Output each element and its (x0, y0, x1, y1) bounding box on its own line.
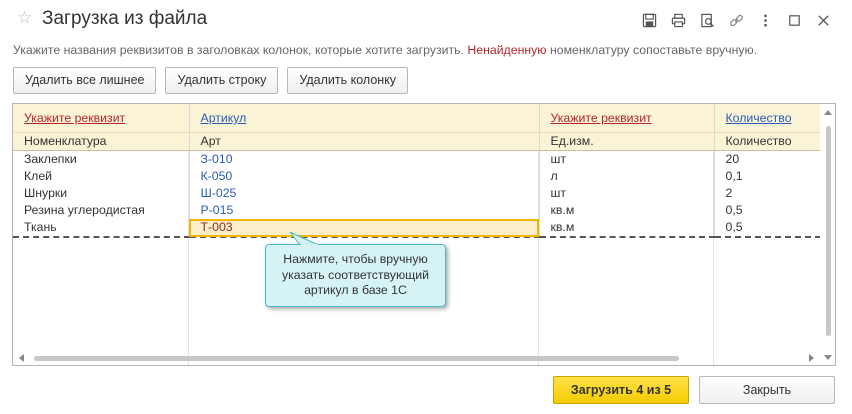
column-attribute-link[interactable]: Количество (714, 104, 821, 133)
close-button[interactable]: Закрыть (699, 376, 835, 404)
instruction-part1: Укажите названия реквизитов в заголовках… (13, 43, 468, 57)
cell-quantity[interactable]: 0,1 (714, 168, 821, 185)
footer-actions: Загрузить 4 из 5 Закрыть (553, 376, 835, 404)
tooltip-line: артикул в базе 1С (304, 283, 407, 297)
cell-quantity[interactable]: 2 (714, 185, 821, 202)
column-name-row: Номенклатура Арт Ед.изм. Количество (13, 132, 821, 151)
scroll-thumb[interactable] (826, 126, 831, 336)
table-row[interactable]: Клей К-050 л 0,1 (13, 168, 821, 185)
delete-all-extra-button[interactable]: Удалить все лишнее (13, 67, 157, 94)
cell-quantity[interactable]: 0,5 (714, 219, 821, 238)
title-bar: ☆ Загрузка из файла (0, 0, 852, 38)
table-row[interactable]: Резина углеродистая Р-015 кв.м 0,5 (13, 202, 821, 219)
cell-article[interactable]: Р-015 (189, 202, 540, 219)
cell-article[interactable]: З-010 (189, 150, 540, 168)
window-title: Загрузка из файла (42, 8, 208, 29)
cell-quantity[interactable]: 0,5 (714, 202, 821, 219)
column-attribute-link[interactable]: Укажите реквизит (539, 104, 715, 133)
window-toolbar (635, 10, 838, 30)
maximize-icon[interactable] (780, 10, 809, 30)
import-grid[interactable]: Укажите реквизит Артикул Укажите реквизи… (12, 103, 836, 366)
scroll-left-icon[interactable] (19, 354, 24, 362)
cell-unit[interactable]: шт (539, 185, 715, 202)
cell-nomenclature[interactable]: Шнурки (13, 185, 190, 202)
column-attribute-link[interactable]: Артикул (189, 104, 540, 133)
instruction-warning-word: Ненайденную (467, 43, 547, 57)
tooltip-line: Нажмите, чтобы вручную (283, 252, 428, 266)
print-icon[interactable] (664, 10, 693, 30)
instruction-part3: номенклатуру сопоставьте вручную. (546, 43, 758, 57)
scroll-up-icon[interactable] (824, 110, 832, 115)
scroll-down-icon[interactable] (824, 355, 832, 360)
cell-nomenclature[interactable]: Резина углеродистая (13, 202, 190, 219)
cell-nomenclature[interactable]: Ткань (13, 219, 190, 238)
cell-unit[interactable]: кв.м (539, 202, 715, 219)
save-icon[interactable] (635, 10, 664, 30)
attribute-header-row: Укажите реквизит Артикул Укажите реквизи… (13, 104, 821, 133)
grid-table: Укажите реквизит Артикул Укажите реквизи… (13, 104, 821, 238)
vertical-scrollbar[interactable] (820, 104, 835, 365)
column-attribute-link[interactable]: Укажите реквизит (13, 104, 190, 133)
scroll-thumb[interactable] (34, 356, 679, 361)
grid-toolbar: Удалить все лишнее Удалить строку Удалит… (13, 67, 417, 94)
table-row[interactable]: Заклепки З-010 шт 20 (13, 150, 821, 168)
preview-icon[interactable] (693, 10, 722, 30)
column-name: Номенклатура (13, 132, 190, 151)
tooltip-line: указать соответствующий (281, 267, 430, 282)
delete-column-button[interactable]: Удалить колонку (287, 67, 409, 94)
table-row[interactable]: Ткань Т-003 кв.м 0,5 (13, 219, 821, 238)
cell-article[interactable]: Ш-025 (189, 185, 540, 202)
column-name: Ед.изм. (539, 132, 715, 151)
column-name: Арт (189, 132, 540, 151)
cell-nomenclature[interactable]: Заклепки (13, 150, 190, 168)
horizontal-scrollbar[interactable] (13, 350, 820, 365)
delete-row-button[interactable]: Удалить строку (165, 67, 279, 94)
table-row[interactable]: Шнурки Ш-025 шт 2 (13, 185, 821, 202)
cell-unit[interactable]: шт (539, 150, 715, 168)
cell-article[interactable]: К-050 (189, 168, 540, 185)
cell-unit[interactable]: кв.м (539, 219, 715, 238)
favorite-star-icon[interactable]: ☆ (17, 8, 32, 28)
more-icon[interactable] (751, 10, 780, 30)
hint-tooltip: Нажмите, чтобы вручную указать соответст… (265, 244, 446, 307)
cell-article-unmatched[interactable]: Т-003 (189, 219, 540, 238)
cell-nomenclature[interactable]: Клей (13, 168, 190, 185)
column-name: Количество (714, 132, 821, 151)
scroll-right-icon[interactable] (809, 354, 814, 362)
instruction-text: Укажите названия реквизитов в заголовках… (13, 43, 757, 57)
cell-unit[interactable]: л (539, 168, 715, 185)
link-icon[interactable] (722, 10, 751, 30)
load-button[interactable]: Загрузить 4 из 5 (553, 376, 689, 404)
cell-quantity[interactable]: 20 (714, 150, 821, 168)
close-icon[interactable] (809, 10, 838, 30)
